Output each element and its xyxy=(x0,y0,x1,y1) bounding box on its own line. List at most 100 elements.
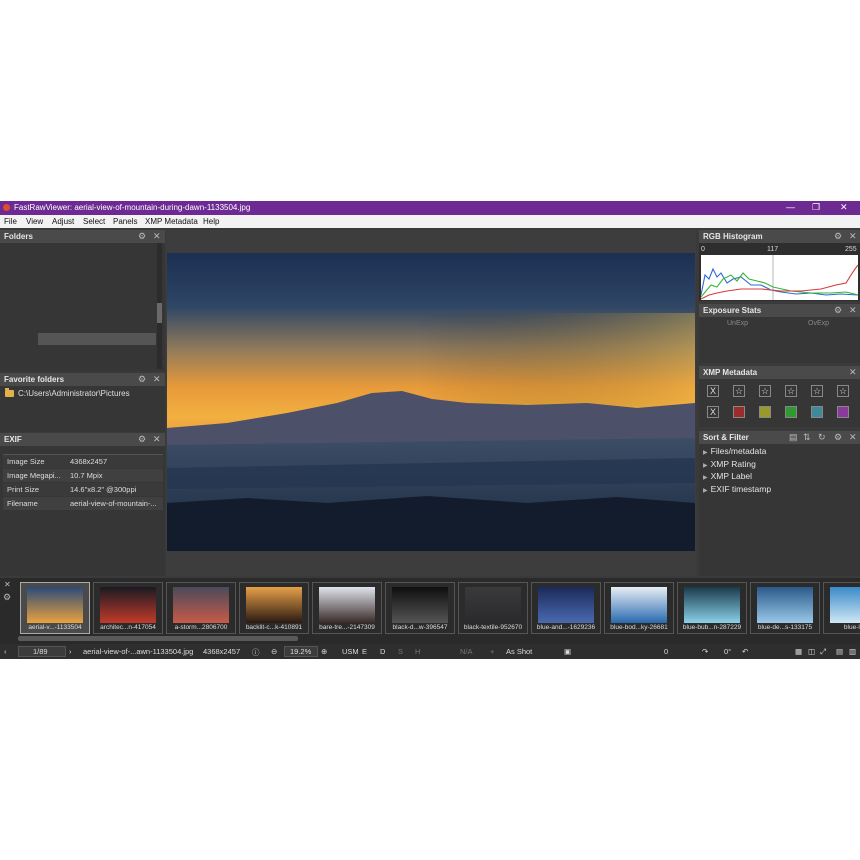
menu-xmp-metadata[interactable]: XMP Metadata xyxy=(145,217,198,226)
plus-icon[interactable]: + xyxy=(490,647,494,656)
gear-icon[interactable]: ⚙ xyxy=(834,231,842,242)
thumbnail-image xyxy=(246,587,302,623)
usm-toggle[interactable]: USM xyxy=(342,647,359,656)
app-window: FastRawViewer: aerial-view-of-mountain-d… xyxy=(0,201,860,659)
info-icon[interactable]: ⓘ xyxy=(252,647,260,658)
image-viewer[interactable] xyxy=(166,230,696,576)
restore-button[interactable]: ❐ xyxy=(812,202,820,213)
zoom-out-icon[interactable]: ⊖ xyxy=(271,647,277,656)
filmstrip-thumbnail[interactable]: black-d...w-396547 xyxy=(385,582,455,634)
rotate-icon[interactable]: ↷ xyxy=(702,647,708,656)
filmstrip-thumbnail[interactable]: backlit-c...k-410891 xyxy=(239,582,309,634)
filter-item-rating[interactable]: ▶ XMP Rating xyxy=(703,459,756,469)
thumbnail-caption: blue-lak... xyxy=(843,624,860,631)
rotation-angle: 0° xyxy=(724,647,732,656)
thumbnail-image xyxy=(392,587,448,623)
exif-row: Image Size 4368x2457 xyxy=(3,455,163,468)
minimize-button[interactable]: — xyxy=(786,202,795,212)
d-toggle[interactable]: D xyxy=(380,647,385,656)
star-rating-button[interactable]: ☆ xyxy=(837,385,849,397)
close-icon[interactable]: ✕ xyxy=(153,231,161,242)
color-label-button[interactable] xyxy=(759,406,771,418)
close-icon[interactable]: ✕ xyxy=(849,231,857,242)
menu-help[interactable]: Help xyxy=(203,217,219,226)
thumbnail-caption: blue-de...s-133175 xyxy=(757,624,813,631)
folders-title: Folders xyxy=(4,232,33,241)
filmstrip-thumbnail[interactable]: bare-tre...-2147309 xyxy=(312,582,382,634)
close-icon[interactable]: ✕ xyxy=(849,305,857,316)
color-label-button[interactable] xyxy=(837,406,849,418)
filter-item-files[interactable]: ▶ Files/metadata xyxy=(703,446,766,456)
star-rating-button[interactable]: ☆ xyxy=(759,385,771,397)
gear-icon[interactable]: ⚙ xyxy=(138,374,146,385)
thumbnail-caption: blue-bub...n-287229 xyxy=(682,624,742,631)
filmstrip-thumbnail[interactable]: blue-de...s-133175 xyxy=(750,582,820,634)
status-filename: aerial-view-of-...awn-1133504.jpg xyxy=(83,647,194,656)
close-icon[interactable]: ✕ xyxy=(153,374,161,385)
h-toggle[interactable]: H xyxy=(415,647,420,656)
favorite-item[interactable]: C:\Users\Administrator\Pictures xyxy=(3,388,163,400)
filmstrip-thumbnail[interactable]: a-storm...2806700 xyxy=(166,582,236,634)
menu-panels[interactable]: Panels xyxy=(113,217,137,226)
white-balance[interactable]: As Shot xyxy=(506,647,532,656)
folder-tree-scrollbar[interactable] xyxy=(157,243,162,369)
filmstrip-scrollbar[interactable] xyxy=(18,636,298,641)
menu-view[interactable]: View xyxy=(26,217,43,226)
star-rating-button[interactable]: ☆ xyxy=(811,385,823,397)
zoom-in-icon[interactable]: ⊕ xyxy=(321,647,327,656)
thumbnail-image xyxy=(611,587,667,623)
e-toggle[interactable]: E xyxy=(362,647,367,656)
thumbnail-caption: backlit-c...k-410891 xyxy=(245,624,303,631)
menu-file[interactable]: File xyxy=(4,217,17,226)
color-label-button[interactable] xyxy=(811,406,823,418)
export-icon[interactable]: ▤ xyxy=(789,432,798,443)
filmstrip-thumbnail[interactable]: black-textile-952670 xyxy=(458,582,528,634)
close-icon[interactable]: ✕ xyxy=(4,580,11,589)
filter-item-label[interactable]: ▶ XMP Label xyxy=(703,471,752,481)
grid-icon[interactable]: ▦ xyxy=(795,647,802,656)
filmstrip-thumbnail[interactable]: aerial-v...-1133504 xyxy=(20,582,90,634)
color-label-button[interactable] xyxy=(733,406,745,418)
filter-item-timestamp[interactable]: ▶ EXIF timestamp xyxy=(703,484,771,494)
close-window-button[interactable]: ✕ xyxy=(840,202,848,213)
gear-icon[interactable]: ⚙ xyxy=(138,434,146,445)
filmstrip-thumbnail[interactable]: blue-bod...ky-26681 xyxy=(604,582,674,634)
thumbnail-image xyxy=(173,587,229,623)
histogram-area: 0 117 255 xyxy=(699,243,860,301)
gear-icon[interactable]: ⚙ xyxy=(834,432,842,443)
scrollbar-thumb[interactable] xyxy=(157,303,162,323)
wb-picker-icon[interactable]: ▣ xyxy=(564,647,571,656)
exif-title: EXIF xyxy=(4,435,22,444)
close-icon[interactable]: ✕ xyxy=(153,434,161,445)
gear-icon[interactable]: ⚙ xyxy=(3,592,11,603)
star-rating-button[interactable]: ☆ xyxy=(733,385,745,397)
exif-key: Print Size xyxy=(7,485,40,494)
filmstrip-thumbnail[interactable]: blue-bub...n-287229 xyxy=(677,582,747,634)
layout-icon[interactable]: ▤ xyxy=(836,647,843,656)
close-icon[interactable]: ✕ xyxy=(849,432,857,443)
reject-rating-button[interactable]: X xyxy=(707,385,719,397)
prev-arrow-icon[interactable]: ‹ xyxy=(4,647,7,656)
exif-value: 14.6"x8.2" @300ppi xyxy=(70,485,137,494)
split-view-icon[interactable]: ◫ xyxy=(808,647,815,656)
star-rating-button[interactable]: ☆ xyxy=(785,385,797,397)
close-icon[interactable]: ✕ xyxy=(849,367,857,378)
gear-icon[interactable]: ⚙ xyxy=(138,231,146,242)
filmstrip-thumbnail[interactable]: blue-and...-1629236 xyxy=(531,582,601,634)
menu-select[interactable]: Select xyxy=(83,217,105,226)
clear-label-button[interactable]: X xyxy=(707,406,719,418)
exposure-value: N/A xyxy=(460,647,473,656)
sortfilter-panel-header: Sort & Filter ▤ ⇅ ↻ ⚙ ✕ xyxy=(699,431,860,444)
fullscreen-icon[interactable]: ⤢ xyxy=(820,647,826,657)
gear-icon[interactable]: ⚙ xyxy=(834,305,842,316)
sort-icon[interactable]: ⇅ xyxy=(803,432,811,443)
menu-adjust[interactable]: Adjust xyxy=(52,217,74,226)
filmstrip-thumbnail[interactable]: blue-lak... xyxy=(823,582,860,634)
filmstrip-thumbnail[interactable]: architec...n-417054 xyxy=(93,582,163,634)
s-toggle[interactable]: S xyxy=(398,647,403,656)
next-arrow-icon[interactable]: › xyxy=(69,647,72,656)
color-label-button[interactable] xyxy=(785,406,797,418)
undo-rotate-icon[interactable]: ↶ xyxy=(742,647,748,656)
panel-icon[interactable]: ▥ xyxy=(849,647,856,656)
refresh-icon[interactable]: ↻ xyxy=(818,432,826,443)
